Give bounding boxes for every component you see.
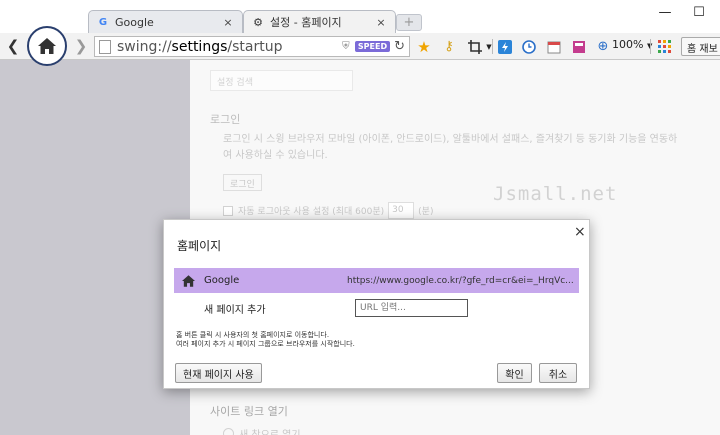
add-page-row: 새 페이지 추가 <box>174 295 579 321</box>
toolbar-separator <box>650 39 651 54</box>
back-button[interactable]: ❮ <box>5 37 21 55</box>
new-tab-button[interactable]: + <box>396 14 422 31</box>
forward-button[interactable]: ❯ <box>73 37 89 55</box>
homepage-list-item[interactable]: Google https://www.google.co.kr/?gfe_rd=… <box>174 268 579 293</box>
browser-toolbar: ❮ ❯ swing://settings/startup ⛨ SPEED ↻ ★… <box>0 33 720 60</box>
settings-sidebar <box>0 60 190 435</box>
url-scheme: swing:// <box>117 38 172 55</box>
url-path: /startup <box>227 38 283 55</box>
star-icon[interactable]: ★ <box>415 38 433 56</box>
bolt-icon[interactable] <box>496 38 514 55</box>
url-host: settings <box>171 38 228 55</box>
home-icon <box>182 274 198 287</box>
zoom-level[interactable]: 100% ▼ <box>612 38 652 51</box>
notebook-icon[interactable] <box>570 38 588 55</box>
gear-icon: ⚙ <box>253 15 263 29</box>
maximize-button[interactable]: ☐ <box>684 2 714 22</box>
shield-icon[interactable]: ⛨ <box>340 40 352 53</box>
homepage-name: Google <box>204 275 240 286</box>
zoom-icon[interactable]: ⊕ <box>594 38 612 55</box>
page-icon <box>99 39 111 54</box>
tab-settings[interactable]: ⚙ 설정 - 홈페이지 × <box>243 10 396 33</box>
homepage-dialog: 홈페이지 × Google https://www.google.co.kr/?… <box>163 219 590 389</box>
url-input[interactable] <box>355 299 468 317</box>
use-current-page-button[interactable]: 현재 페이지 사용 <box>175 363 262 383</box>
apps-grid-icon[interactable] <box>655 38 673 55</box>
address-bar[interactable]: swing://settings/startup ⛨ SPEED ↻ <box>94 36 410 57</box>
address-text[interactable]: swing://settings/startup <box>117 39 340 55</box>
cancel-button[interactable]: 취소 <box>539 363 577 383</box>
key-icon[interactable]: ⚷ <box>440 38 458 55</box>
home-button[interactable] <box>27 26 67 66</box>
title-bar: G Google × ⚙ 설정 - 홈페이지 × + — ☐ <box>0 0 720 33</box>
dialog-close-button[interactable]: × <box>574 224 586 240</box>
calendar-icon[interactable] <box>545 38 563 55</box>
dialog-title: 홈페이지 <box>177 239 222 253</box>
clock-icon[interactable] <box>520 38 538 55</box>
tab-label: Google <box>115 15 154 29</box>
reload-icon[interactable]: ↻ <box>394 39 405 54</box>
tab-close-button[interactable]: × <box>375 16 387 29</box>
homepage-url: https://www.google.co.kr/?gfe_rd=cr&ei=_… <box>347 275 574 286</box>
add-page-label: 새 페이지 추가 <box>204 304 266 316</box>
ok-button[interactable]: 확인 <box>497 363 532 383</box>
note-line: 여러 페이지 추가 시 페이지 그룹으로 브라우저를 시작합니다. <box>176 340 355 348</box>
google-g-icon: G <box>98 16 108 28</box>
toolbar-separator <box>492 39 493 54</box>
tab-google[interactable]: G Google × <box>88 10 243 33</box>
tab-close-button[interactable]: × <box>222 16 234 29</box>
tab-label: 설정 - 홈페이지 <box>270 16 342 29</box>
note-line: 홈 버튼 클릭 시 사용자의 첫 홈페이지로 이동합니다. <box>176 331 330 339</box>
dialog-note: 홈 버튼 클릭 시 사용자의 첫 홈페이지로 이동합니다. 여러 페이지 추가 … <box>176 331 355 349</box>
minimize-button[interactable]: — <box>650 2 680 22</box>
home-settings-button[interactable]: 홈 재보 <box>681 37 720 56</box>
speed-badge[interactable]: SPEED <box>354 41 391 52</box>
home-icon <box>38 38 56 54</box>
